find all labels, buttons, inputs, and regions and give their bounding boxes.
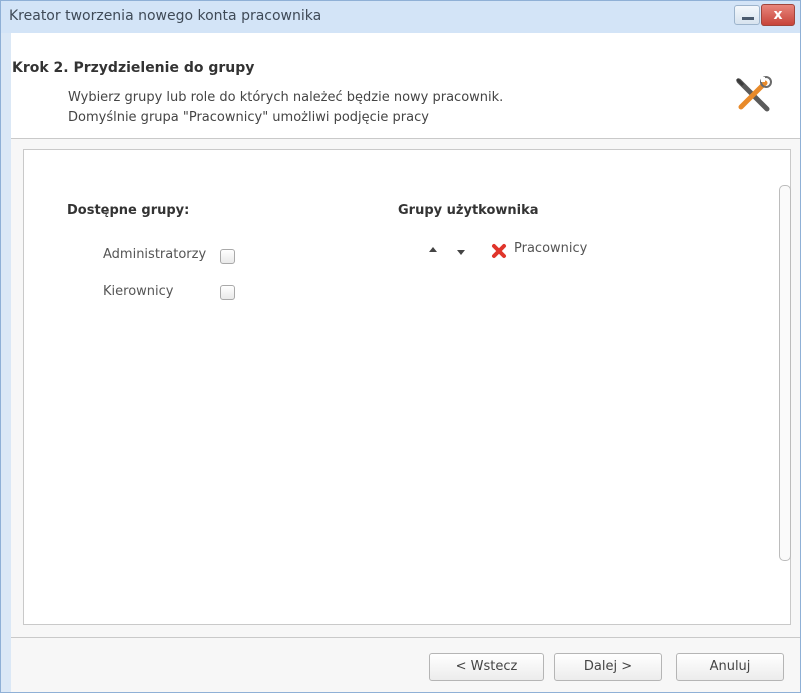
group-assignment-panel	[23, 149, 791, 625]
checkbox-kierownicy[interactable]	[220, 285, 235, 300]
next-button[interactable]: Dalej >	[554, 653, 662, 681]
step-title: Krok 2. Przydzielenie do grupy	[12, 60, 255, 76]
arrow-up-icon[interactable]	[428, 246, 438, 254]
tools-icon	[735, 76, 772, 112]
scrollbar-thumb[interactable]	[779, 185, 791, 561]
group-label-kierownicy: Kierownicy	[103, 284, 174, 299]
available-groups-title: Dostępne grupy:	[67, 203, 190, 218]
user-group-label-pracownicy: Pracownicy	[514, 241, 588, 256]
step-description-line1: Wybierz grupy lub role do których należe…	[68, 90, 504, 105]
panel-scrollbar[interactable]	[779, 185, 791, 583]
checkbox-administratorzy[interactable]	[220, 249, 235, 264]
user-groups-title: Grupy użytkownika	[398, 203, 539, 218]
cancel-button[interactable]: Anuluj	[676, 653, 784, 681]
close-button[interactable]: x	[761, 4, 795, 26]
group-label-administratorzy: Administratorzy	[103, 247, 207, 262]
footer-divider	[11, 637, 800, 638]
window-title: Kreator tworzenia nowego konta pracownik…	[9, 8, 322, 24]
minimize-button[interactable]	[734, 5, 760, 25]
wizard-content: Krok 2. Przydzielenie do grupy Wybierz g…	[11, 33, 800, 692]
back-button[interactable]: < Wstecz	[429, 653, 544, 681]
arrow-down-icon[interactable]	[456, 248, 466, 256]
wizard-header: Krok 2. Przydzielenie do grupy Wybierz g…	[11, 33, 800, 139]
wizard-window: Kreator tworzenia nowego konta pracownik…	[0, 0, 801, 693]
step-description-line2: Domyślnie grupa "Pracownicy" umożliwi po…	[68, 110, 429, 125]
remove-icon[interactable]	[491, 243, 507, 259]
title-bar[interactable]: Kreator tworzenia nowego konta pracownik…	[1, 1, 800, 33]
